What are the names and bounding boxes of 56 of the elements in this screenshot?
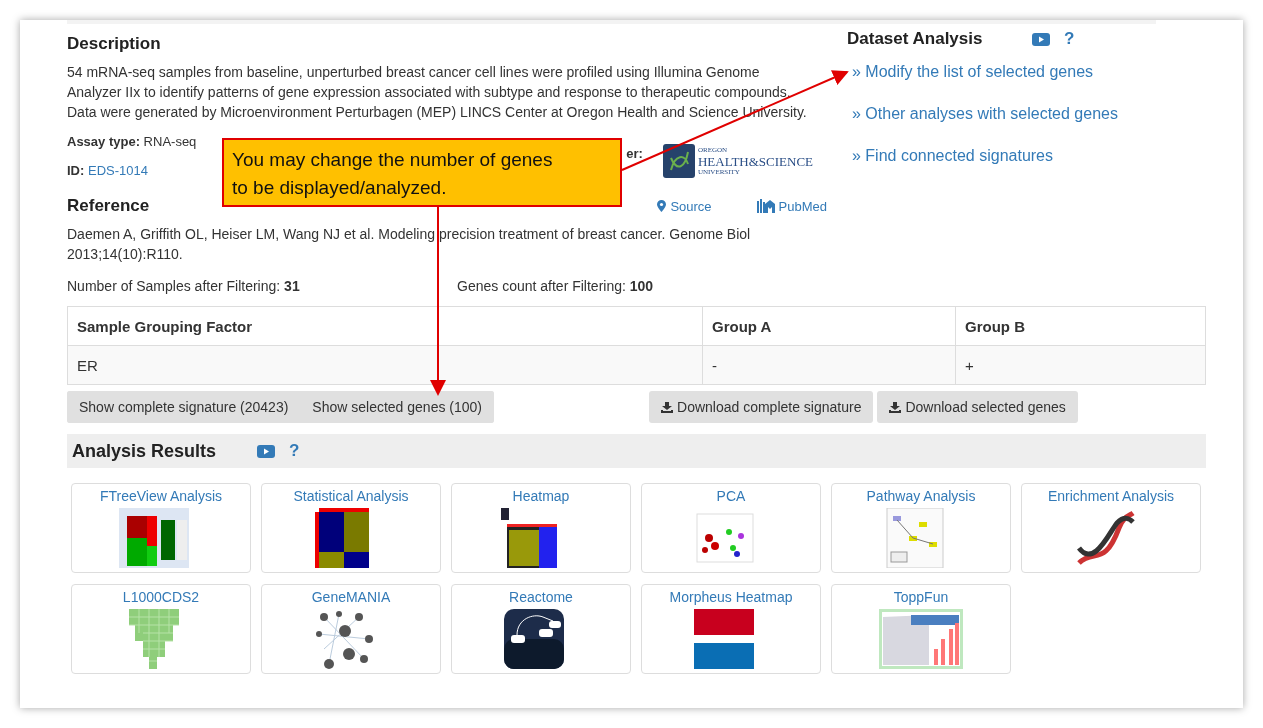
tile-title-link[interactable]: FTreeView Analysis [99, 488, 223, 504]
source-link[interactable]: Source [657, 198, 712, 214]
tile-title-link[interactable]: ToppFun [893, 589, 949, 605]
map-marker-icon [657, 200, 667, 212]
section-heading: Dataset Analysis [847, 29, 984, 49]
tile-title-link[interactable]: Reactome [509, 589, 573, 605]
id-label: ID: [67, 163, 85, 178]
download-button[interactable]: Download selected genes [877, 391, 1078, 423]
analysis-tile[interactable]: Enrichment Analysis [1021, 483, 1201, 573]
video-icon[interactable] [257, 444, 275, 458]
citation-text: Daemen A, Griffith OL, Heiser LM, Wang NJ et al. Modeling precision treatment of breast cancer. Genome Biol 2013;14(10):R110. [67, 225, 752, 264]
dataset-id-link[interactable]: EDS-1014 [87, 163, 148, 178]
analysis-tile[interactable]: PCA [641, 483, 821, 573]
column-header: Group B [955, 306, 1206, 346]
analysis-link[interactable]: » Modify the list of selected genes [852, 63, 1206, 81]
tile-title-link[interactable]: Pathway Analysis [866, 488, 976, 504]
table-cell: + [955, 345, 1206, 385]
analysis-tile[interactable]: ToppFun [831, 584, 1011, 674]
section-heading: Description [67, 34, 162, 54]
table-cell: - [702, 345, 956, 385]
table-cell: ER [67, 345, 703, 385]
tile-title-link[interactable]: GeneMANIA [311, 589, 391, 605]
tile-title-link[interactable]: Heatmap [512, 488, 570, 504]
analysis-tile[interactable]: Statistical Analysis [261, 483, 441, 573]
section-heading: Reference [67, 196, 151, 216]
tile-title-link[interactable]: Morpheus Heatmap [669, 589, 793, 605]
provider-label: er: [626, 145, 643, 161]
pubmed-link[interactable]: PubMed [756, 198, 827, 214]
analysis-tile[interactable]: L1000CDS2 [71, 584, 251, 674]
samples-count-text: Number of Samples after Filtering: 31 [67, 278, 301, 294]
assay-type-text: Assay type: RNA-seq [67, 134, 197, 149]
video-icon[interactable] [1032, 32, 1050, 46]
tile-title-link[interactable]: PCA [716, 488, 746, 504]
pubmed-icon [756, 199, 775, 213]
tile-title-link[interactable]: Enrichment Analysis [1047, 488, 1175, 504]
help-link[interactable]: ? [1064, 29, 1075, 49]
tile-title-link[interactable]: L1000CDS2 [122, 589, 200, 605]
column-header: Group A [702, 306, 956, 346]
analysis-link[interactable]: » Find connected signatures [852, 147, 1206, 165]
analysis-tile[interactable]: Morpheus Heatmap [641, 584, 821, 674]
column-header: Sample Grouping Factor [67, 306, 703, 346]
shield-icon [662, 144, 695, 178]
analysis-tile[interactable]: Pathway Analysis [831, 483, 1011, 573]
tile-title-link[interactable]: Statistical Analysis [293, 488, 409, 504]
analysis-tile[interactable]: FTreeView Analysis [71, 483, 251, 573]
analysis-tile[interactable]: Heatmap [451, 483, 631, 573]
download-icon [889, 401, 902, 413]
section-heading: Analysis Results [72, 440, 218, 462]
analysis-link[interactable]: » Other analyses with selected genes [852, 105, 1206, 123]
analysis-tile[interactable]: GeneMANIA [261, 584, 441, 674]
help-link[interactable]: ? [289, 441, 300, 461]
download-icon [661, 401, 673, 413]
genes-count-text: Genes count after Filtering: 100 [457, 278, 654, 294]
download-button[interactable]: Download complete signature [649, 391, 874, 423]
callout-note: You may change the number of genes to be displayed/analyzed. [222, 138, 622, 207]
analysis-tile[interactable]: Reactome [451, 584, 631, 674]
